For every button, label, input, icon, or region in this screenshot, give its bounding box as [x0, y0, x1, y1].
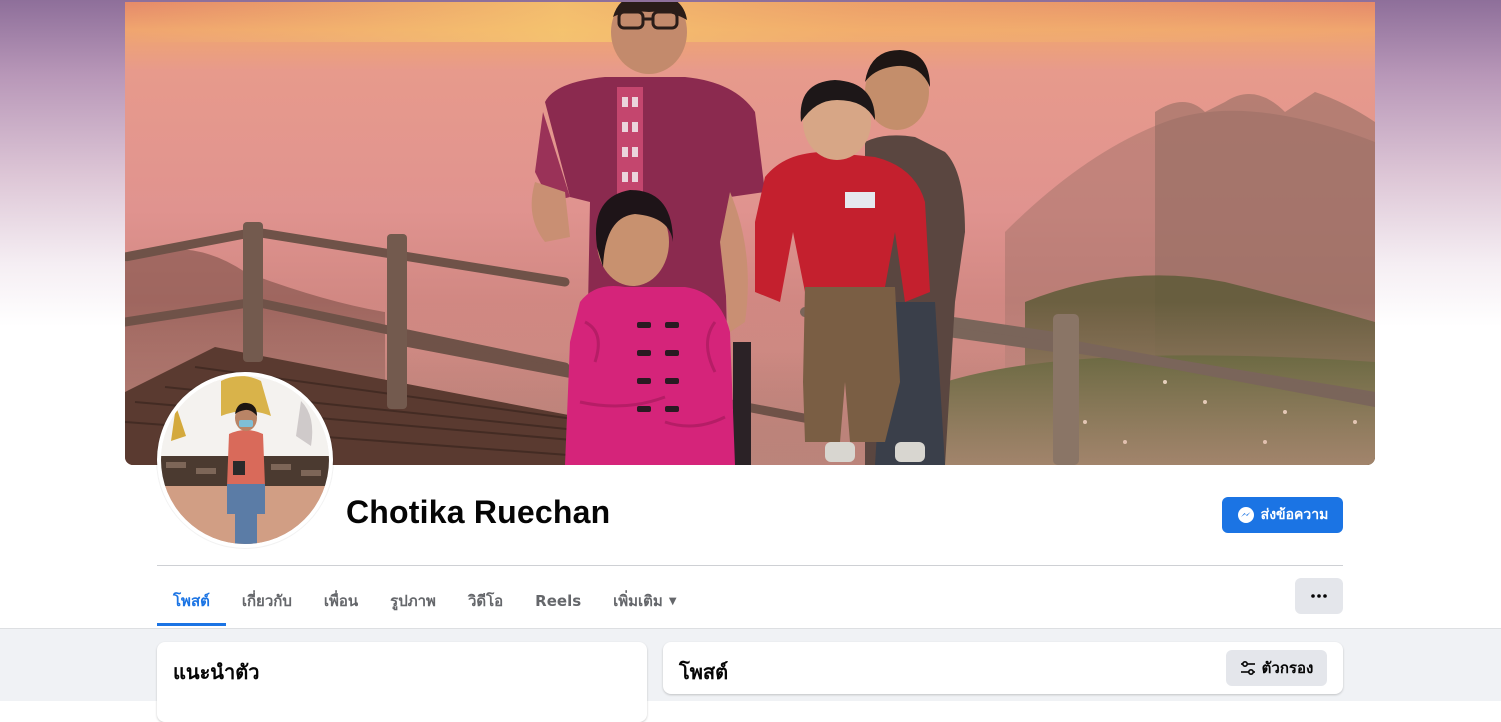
- filter-sliders-icon: [1240, 661, 1255, 675]
- tab-label: รูปภาพ: [390, 592, 436, 610]
- filter-label: ตัวกรอง: [1261, 659, 1314, 677]
- tab-posts[interactable]: โพสต์: [157, 576, 226, 626]
- posts-card: โพสต์ ตัวกรอง: [663, 642, 1343, 694]
- posts-title: โพสต์: [679, 660, 729, 684]
- tab-label: โพสต์: [173, 592, 210, 610]
- profile-tabs: โพสต์ เกี่ยวกับ เพื่อน รูปภาพ วิดีโอ Ree…: [157, 576, 693, 626]
- send-message-label: ส่งข้อความ: [1260, 506, 1329, 522]
- tab-more[interactable]: เพิ่มเติม ▼: [597, 576, 692, 626]
- caret-down-icon: ▼: [668, 595, 677, 607]
- intro-card: แนะนำตัว: [157, 642, 647, 722]
- tab-friends[interactable]: เพื่อน: [308, 576, 374, 626]
- more-dots-icon: [1311, 594, 1327, 598]
- tab-label: เพื่อน: [323, 592, 359, 610]
- tab-label: Reels: [535, 592, 582, 610]
- filter-button[interactable]: ตัวกรอง: [1226, 650, 1327, 686]
- tab-about[interactable]: เกี่ยวกับ: [226, 576, 308, 626]
- intro-title: แนะนำตัว: [173, 660, 260, 684]
- send-message-button[interactable]: ส่งข้อความ: [1222, 497, 1343, 533]
- tab-label: วิดีโอ: [467, 592, 504, 610]
- tab-label: เกี่ยวกับ: [241, 592, 292, 610]
- header-divider: [157, 565, 1343, 566]
- tab-videos[interactable]: วิดีโอ: [452, 576, 519, 626]
- tab-reels[interactable]: Reels: [519, 576, 597, 626]
- profile-name: Chotika Ruechan: [346, 494, 611, 530]
- cover-photo[interactable]: [125, 2, 1375, 465]
- messenger-icon: [1237, 507, 1254, 523]
- profile-avatar[interactable]: [157, 372, 333, 548]
- tab-label: เพิ่มเติม: [613, 592, 663, 610]
- tab-photos[interactable]: รูปภาพ: [374, 576, 452, 626]
- more-options-button[interactable]: [1295, 578, 1343, 614]
